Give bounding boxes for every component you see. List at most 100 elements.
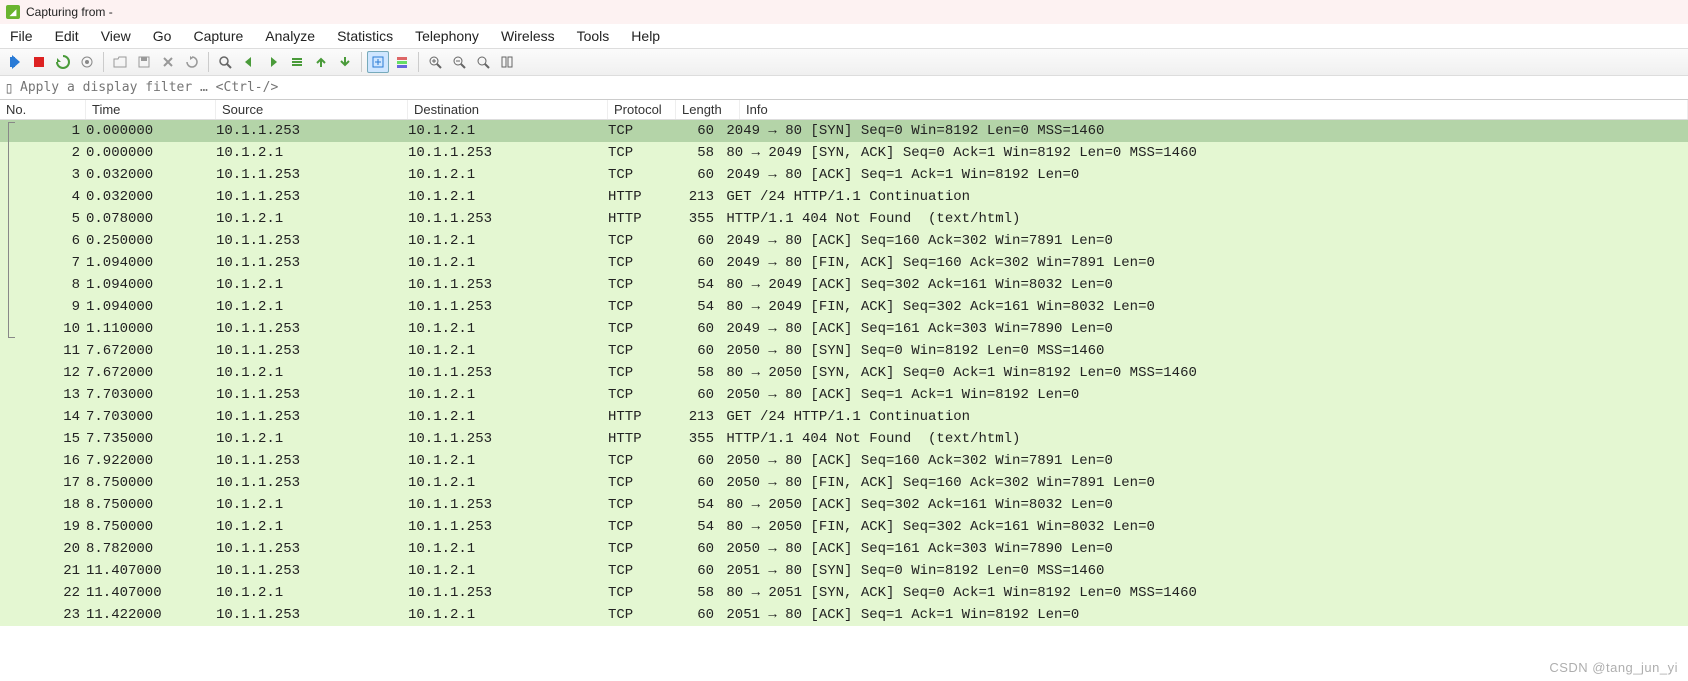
packet-row[interactable]: 198.75000010.1.2.110.1.1.253TCP54 80 → 2… <box>0 516 1688 538</box>
cell-destination: 10.1.2.1 <box>408 318 608 340</box>
cell-source: 10.1.2.1 <box>216 362 408 384</box>
cell-info: GET /24 HTTP/1.1 Continuation <box>714 406 1688 428</box>
packet-row[interactable]: 60.25000010.1.1.25310.1.2.1TCP60 2049 → … <box>0 230 1688 252</box>
packet-list[interactable]: 10.00000010.1.1.25310.1.2.1TCP60 2049 → … <box>0 120 1688 626</box>
cell-length: 58 <box>676 582 714 604</box>
column-length[interactable]: Length <box>676 100 740 119</box>
column-protocol[interactable]: Protocol <box>608 100 676 119</box>
packet-row[interactable]: 50.07800010.1.2.110.1.1.253HTTP355 HTTP/… <box>0 208 1688 230</box>
menu-edit[interactable]: Edit <box>49 26 85 46</box>
cell-no: 18 <box>0 494 86 516</box>
cell-time: 7.672000 <box>86 362 216 384</box>
cell-length: 54 <box>676 274 714 296</box>
cell-protocol: TCP <box>608 274 676 296</box>
cell-protocol: TCP <box>608 318 676 340</box>
packet-row[interactable]: 2111.40700010.1.1.25310.1.2.1TCP60 2051 … <box>0 560 1688 582</box>
open-file-icon[interactable] <box>109 51 131 73</box>
cell-destination: 10.1.1.253 <box>408 516 608 538</box>
restart-capture-icon[interactable] <box>52 51 74 73</box>
last-packet-icon[interactable] <box>334 51 356 73</box>
packet-row[interactable]: 127.67200010.1.2.110.1.1.253TCP58 80 → 2… <box>0 362 1688 384</box>
resize-columns-icon[interactable] <box>496 51 518 73</box>
packet-row[interactable]: 147.70300010.1.1.25310.1.2.1HTTP213 GET … <box>0 406 1688 428</box>
menu-tools[interactable]: Tools <box>571 26 616 46</box>
display-filter-input[interactable] <box>18 80 1688 95</box>
cell-info: 2049 → 80 [ACK] Seq=1 Ack=1 Win=8192 Len… <box>714 164 1688 186</box>
packet-row[interactable]: 10.00000010.1.1.25310.1.2.1TCP60 2049 → … <box>0 120 1688 142</box>
cell-length: 58 <box>676 362 714 384</box>
menu-statistics[interactable]: Statistics <box>331 26 399 46</box>
zoom-out-icon[interactable] <box>448 51 470 73</box>
packet-row[interactable]: 157.73500010.1.2.110.1.1.253HTTP355 HTTP… <box>0 428 1688 450</box>
packet-list-header[interactable]: No. Time Source Destination Protocol Len… <box>0 100 1688 120</box>
menu-file[interactable]: File <box>4 26 39 46</box>
cell-source: 10.1.2.1 <box>216 208 408 230</box>
cell-protocol: TCP <box>608 384 676 406</box>
packet-row[interactable]: 2211.40700010.1.2.110.1.1.253TCP58 80 → … <box>0 582 1688 604</box>
first-packet-icon[interactable] <box>310 51 332 73</box>
menu-telephony[interactable]: Telephony <box>409 26 485 46</box>
packet-row[interactable]: 208.78200010.1.1.25310.1.2.1TCP60 2050 →… <box>0 538 1688 560</box>
cell-destination: 10.1.2.1 <box>408 472 608 494</box>
cell-destination: 10.1.2.1 <box>408 560 608 582</box>
stop-capture-icon[interactable] <box>28 51 50 73</box>
column-source[interactable]: Source <box>216 100 408 119</box>
packet-row[interactable]: 117.67200010.1.1.25310.1.2.1TCP60 2050 →… <box>0 340 1688 362</box>
start-capture-icon[interactable] <box>4 51 26 73</box>
packet-row[interactable]: 30.03200010.1.1.25310.1.2.1TCP60 2049 → … <box>0 164 1688 186</box>
packet-row[interactable]: 20.00000010.1.2.110.1.1.253TCP58 80 → 20… <box>0 142 1688 164</box>
menu-help[interactable]: Help <box>625 26 666 46</box>
close-file-icon[interactable] <box>157 51 179 73</box>
reload-icon[interactable] <box>181 51 203 73</box>
cell-destination: 10.1.1.253 <box>408 142 608 164</box>
menu-capture[interactable]: Capture <box>187 26 249 46</box>
packet-row[interactable]: 178.75000010.1.1.25310.1.2.1TCP60 2050 →… <box>0 472 1688 494</box>
auto-scroll-icon[interactable] <box>367 51 389 73</box>
packet-row[interactable]: 101.11000010.1.1.25310.1.2.1TCP60 2049 →… <box>0 318 1688 340</box>
capture-options-icon[interactable] <box>76 51 98 73</box>
cell-time: 1.094000 <box>86 274 216 296</box>
cell-time: 7.735000 <box>86 428 216 450</box>
menu-analyze[interactable]: Analyze <box>259 26 321 46</box>
cell-no: 17 <box>0 472 86 494</box>
packet-row[interactable]: 2311.42200010.1.1.25310.1.2.1TCP60 2051 … <box>0 604 1688 626</box>
cell-length: 213 <box>676 186 714 208</box>
filter-bookmark-icon[interactable]: ▯ <box>0 81 18 95</box>
colorize-icon[interactable] <box>391 51 413 73</box>
packet-row[interactable]: 188.75000010.1.2.110.1.1.253TCP54 80 → 2… <box>0 494 1688 516</box>
menu-go[interactable]: Go <box>147 26 178 46</box>
go-back-icon[interactable] <box>238 51 260 73</box>
menu-view[interactable]: View <box>95 26 137 46</box>
cell-protocol: TCP <box>608 560 676 582</box>
packet-row[interactable]: 91.09400010.1.2.110.1.1.253TCP54 80 → 20… <box>0 296 1688 318</box>
cell-time: 11.422000 <box>86 604 216 626</box>
cell-protocol: TCP <box>608 582 676 604</box>
column-info[interactable]: Info <box>740 100 1688 119</box>
menu-wireless[interactable]: Wireless <box>495 26 561 46</box>
cell-info: 2049 → 80 [ACK] Seq=161 Ack=303 Win=7890… <box>714 318 1688 340</box>
packet-row[interactable]: 71.09400010.1.1.25310.1.2.1TCP60 2049 → … <box>0 252 1688 274</box>
cell-protocol: TCP <box>608 494 676 516</box>
column-no[interactable]: No. <box>0 100 86 119</box>
column-destination[interactable]: Destination <box>408 100 608 119</box>
cell-protocol: TCP <box>608 604 676 626</box>
cell-source: 10.1.1.253 <box>216 340 408 362</box>
packet-row[interactable]: 137.70300010.1.1.25310.1.2.1TCP60 2050 →… <box>0 384 1688 406</box>
packet-row[interactable]: 40.03200010.1.1.25310.1.2.1HTTP213 GET /… <box>0 186 1688 208</box>
cell-length: 60 <box>676 604 714 626</box>
find-packet-icon[interactable] <box>214 51 236 73</box>
packet-row[interactable]: 167.92200010.1.1.25310.1.2.1TCP60 2050 →… <box>0 450 1688 472</box>
cell-info: 2051 → 80 [SYN] Seq=0 Win=8192 Len=0 MSS… <box>714 560 1688 582</box>
save-file-icon[interactable] <box>133 51 155 73</box>
zoom-reset-icon[interactable] <box>472 51 494 73</box>
cell-protocol: TCP <box>608 472 676 494</box>
cell-info: 80 → 2050 [SYN, ACK] Seq=0 Ack=1 Win=819… <box>714 362 1688 384</box>
cell-protocol: HTTP <box>608 208 676 230</box>
cell-info: 80 → 2049 [FIN, ACK] Seq=302 Ack=161 Win… <box>714 296 1688 318</box>
cell-info: 2049 → 80 [FIN, ACK] Seq=160 Ack=302 Win… <box>714 252 1688 274</box>
packet-row[interactable]: 81.09400010.1.2.110.1.1.253TCP54 80 → 20… <box>0 274 1688 296</box>
goto-packet-icon[interactable] <box>286 51 308 73</box>
zoom-in-icon[interactable] <box>424 51 446 73</box>
go-forward-icon[interactable] <box>262 51 284 73</box>
column-time[interactable]: Time <box>86 100 216 119</box>
